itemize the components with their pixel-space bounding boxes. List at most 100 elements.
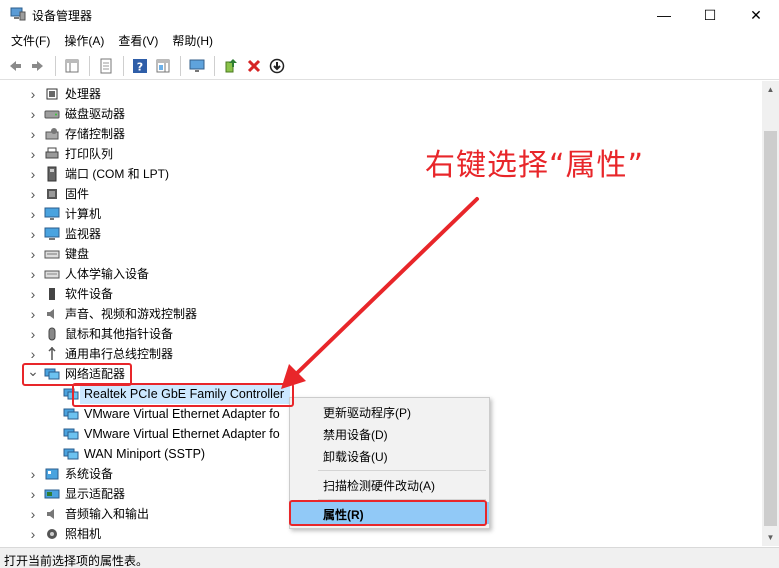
close-button[interactable]: ✕ <box>733 0 779 30</box>
scroll-up-arrow[interactable]: ▲ <box>762 81 779 98</box>
tree-category-label: 通用串行总线控制器 <box>65 347 174 361</box>
show-hide-tree-button[interactable] <box>61 55 83 77</box>
toolbar-separator <box>55 55 56 76</box>
expand-chevron-icon[interactable]: › <box>27 524 39 544</box>
expand-chevron-icon[interactable]: › <box>27 124 39 144</box>
tree-category-label: 监视器 <box>65 227 102 241</box>
expand-chevron-icon[interactable]: › <box>27 264 39 284</box>
menu-help[interactable]: 帮助(H) <box>165 30 220 52</box>
tree-category-label: 计算机 <box>65 207 102 221</box>
firmware-icon <box>47 189 57 199</box>
menu-file[interactable]: 文件(F) <box>4 30 57 52</box>
tree-category-label: 软件设备 <box>65 287 114 301</box>
expand-chevron-icon[interactable]: › <box>27 144 39 164</box>
expand-chevron-icon[interactable]: › <box>27 104 39 124</box>
keyboard-icon <box>44 250 60 259</box>
tree-device-label: VMware Virtual Ethernet Adapter fo <box>84 407 280 421</box>
properties-toolbar-button[interactable] <box>95 55 117 77</box>
action-pane-icon <box>156 59 170 72</box>
download-circle-icon <box>269 58 285 73</box>
tree-category[interactable]: › 磁盘驱动器 <box>0 104 760 124</box>
tree-category-label: 音频输入和输出 <box>65 507 150 521</box>
tree-category[interactable]: › 声音、视频和游戏控制器 <box>0 304 760 324</box>
system-device-icon <box>45 468 59 480</box>
tree-category-label: 照相机 <box>65 527 102 541</box>
menu-update-driver[interactable]: 更新驱动程序(P) <box>290 400 489 422</box>
minimize-button[interactable]: — <box>641 0 687 30</box>
expand-chevron-icon[interactable]: › <box>27 484 39 504</box>
forward-arrow-icon <box>32 60 43 71</box>
tree-category[interactable]: › 处理器 <box>0 84 760 104</box>
expand-chevron-icon[interactable]: › <box>27 324 39 344</box>
show-action-pane-button[interactable] <box>152 55 174 77</box>
expand-chevron-icon[interactable]: › <box>27 204 39 224</box>
tree-category[interactable]: › 人体学输入设备 <box>0 264 760 284</box>
menu-disable-device[interactable]: 禁用设备(D) <box>290 422 489 444</box>
tree-category[interactable]: › 软件设备 <box>0 284 760 304</box>
tree-category[interactable]: › 监视器 <box>0 224 760 244</box>
forward-button[interactable] <box>27 55 49 77</box>
scroll-down-arrow[interactable]: ▼ <box>762 529 779 546</box>
network-icon <box>63 448 79 460</box>
tree-category-label: 系统设备 <box>65 467 114 481</box>
tree-category[interactable]: › 鼠标和其他指针设备 <box>0 324 760 344</box>
monitor-scan-icon <box>189 59 205 72</box>
tree-category[interactable]: › 键盘 <box>0 244 760 264</box>
expand-chevron-icon[interactable]: › <box>27 164 39 184</box>
menu-bar: 文件(F) 操作(A) 查看(V) 帮助(H) <box>0 30 779 52</box>
expand-chevron-icon[interactable]: › <box>27 304 39 324</box>
status-bar: 打开当前选择项的属性表。 <box>0 547 779 568</box>
uninstall-device-button[interactable] <box>243 55 265 77</box>
window-title: 设备管理器 <box>32 9 93 23</box>
expand-chevron-icon[interactable]: › <box>27 84 39 104</box>
toolbar: ? <box>0 52 779 80</box>
menu-action[interactable]: 操作(A) <box>57 30 111 52</box>
toolbar-separator <box>123 55 124 76</box>
minimize-icon: — <box>657 7 671 23</box>
storage-controller-icon <box>45 128 59 140</box>
network-icon <box>63 428 79 440</box>
scroll-thumb[interactable] <box>764 131 777 526</box>
back-arrow-icon <box>10 60 21 71</box>
update-driver-button[interactable] <box>220 55 242 77</box>
tree-device-label: WAN Miniport (SSTP) <box>84 447 206 461</box>
expand-chevron-icon[interactable]: › <box>27 504 39 524</box>
tree-category[interactable]: › 计算机 <box>0 204 760 224</box>
maximize-button[interactable]: ☐ <box>687 0 733 30</box>
menu-separator <box>318 470 486 471</box>
svg-text:?: ? <box>137 60 143 73</box>
tree-category-label: 磁盘驱动器 <box>65 107 126 121</box>
console-tree-icon <box>65 59 79 72</box>
help-button[interactable]: ? <box>129 55 151 77</box>
expand-chevron-icon[interactable]: › <box>27 184 39 204</box>
expand-chevron-icon[interactable]: › <box>27 224 39 244</box>
sound-icon <box>47 309 54 319</box>
tree-category-label: 显示适配器 <box>65 487 126 501</box>
print-queue-icon <box>45 147 59 159</box>
camera-icon <box>47 529 57 539</box>
vertical-scrollbar[interactable]: ▲ ▼ <box>762 81 779 546</box>
display-adapter-icon <box>44 489 60 499</box>
expand-chevron-icon[interactable]: › <box>27 464 39 484</box>
software-device-icon <box>49 288 55 300</box>
menu-scan-hardware[interactable]: 扫描检测硬件改动(A) <box>290 473 489 495</box>
expand-chevron-icon[interactable]: › <box>27 244 39 264</box>
tree-category[interactable]: › 打印队列 <box>0 144 760 164</box>
tree-category[interactable]: › 存储控制器 <box>0 124 760 144</box>
disable-device-button[interactable] <box>266 55 288 77</box>
tree-category[interactable]: › 通用串行总线控制器 <box>0 344 760 364</box>
help-icon: ? <box>133 58 147 73</box>
back-button[interactable] <box>4 55 26 77</box>
processor-icon <box>46 88 58 100</box>
port-icon <box>47 166 57 182</box>
computer-icon <box>44 207 60 220</box>
menu-view[interactable]: 查看(V) <box>111 30 165 52</box>
tree-category[interactable]: › 固件 <box>0 184 760 204</box>
tree-category-label: 打印队列 <box>65 147 114 161</box>
tree-category[interactable]: › 端口 (COM 和 LPT) <box>0 164 760 184</box>
expand-chevron-icon[interactable]: › <box>27 284 39 304</box>
scan-hardware-button[interactable] <box>186 55 208 77</box>
menu-uninstall-device[interactable]: 卸载设备(U) <box>290 444 489 466</box>
tree-category-label: 固件 <box>65 187 90 201</box>
hid-icon <box>44 270 60 279</box>
